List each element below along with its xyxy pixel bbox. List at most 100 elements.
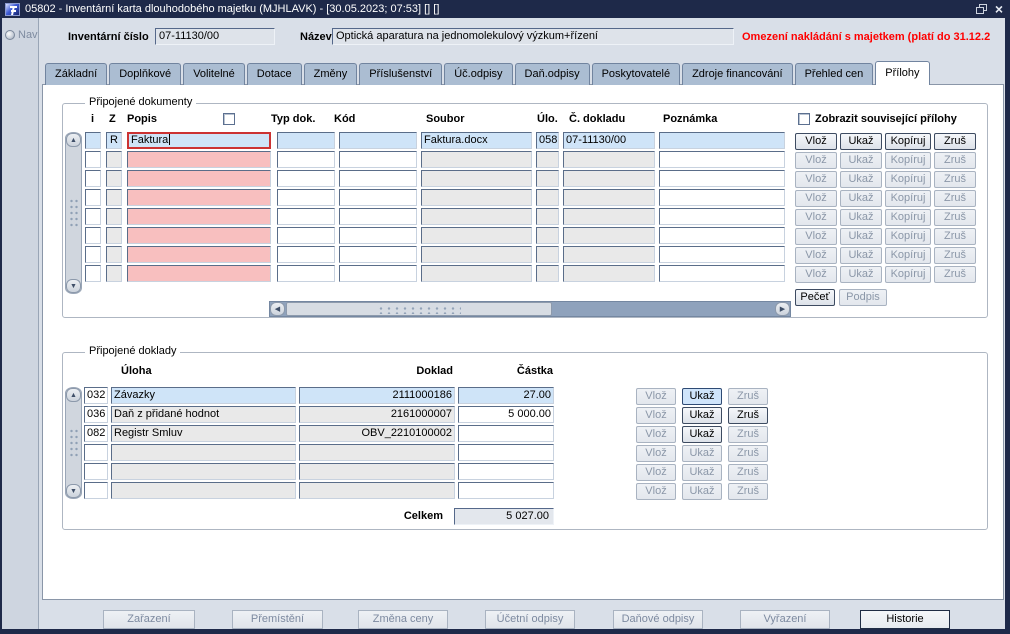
scrollbar-grip[interactable]	[69, 428, 79, 458]
rcpt-cell-name[interactable]	[111, 463, 296, 480]
doc-cell-popis[interactable]	[127, 151, 271, 168]
doc-cell-typ[interactable]	[277, 151, 335, 168]
tab-zdroje-financovani[interactable]: Zdroje financování	[682, 63, 793, 85]
doc-cell-kod[interactable]	[339, 132, 417, 149]
doc-cell-popis[interactable]	[127, 246, 271, 263]
doc-cell-z[interactable]	[106, 208, 122, 225]
doc-cell-typ[interactable]	[277, 208, 335, 225]
inventory-number-field[interactable]: 07-11130/00	[155, 28, 275, 45]
nav-radio[interactable]: Nav	[5, 29, 38, 41]
doc-cell-soubor[interactable]	[421, 151, 532, 168]
tab-zakladni[interactable]: Základní	[45, 63, 108, 85]
pecet-button[interactable]: Pečeť	[795, 289, 835, 306]
rcpt-cell-castka[interactable]	[458, 425, 554, 442]
doc-cell-soubor[interactable]	[421, 189, 532, 206]
doc-cell-i[interactable]	[85, 246, 101, 263]
doc-cell-kod[interactable]	[339, 151, 417, 168]
rcpt-cell-doklad[interactable]	[299, 444, 455, 461]
doc-cell-cdok[interactable]	[563, 189, 655, 206]
doc-cell-z[interactable]	[106, 170, 122, 187]
rcpt-cell-name[interactable]: Daň z přidané hodnot	[111, 406, 296, 423]
tab-dan-odpisy[interactable]: Daň.odpisy	[514, 63, 590, 85]
doc-cell-kod[interactable]	[339, 246, 417, 263]
rcpt-cell-doklad[interactable]: 2111000186	[299, 387, 455, 404]
kopiruj-button[interactable]: Kopíruj	[885, 133, 931, 150]
doc-cell-soubor[interactable]	[421, 170, 532, 187]
scrollbar-grip[interactable]	[69, 198, 79, 228]
doc-cell-i[interactable]	[85, 132, 101, 149]
rcpt-cell-name[interactable]: Závazky	[111, 387, 296, 404]
doc-cell-poznamka[interactable]	[659, 208, 785, 225]
zrus-button[interactable]: Zruš	[728, 407, 768, 424]
show-related-checkbox[interactable]	[798, 113, 810, 125]
restore-window-icon[interactable]	[975, 3, 988, 15]
tab-prislusenstvi[interactable]: Příslušenství	[359, 63, 443, 85]
doc-cell-poznamka[interactable]	[659, 170, 785, 187]
zrus-button[interactable]: Zruš	[934, 133, 976, 150]
rcpt-cell-name[interactable]	[111, 482, 296, 499]
rcpt-cell-code[interactable]: 036	[84, 406, 108, 423]
scrollbar-thumb[interactable]	[286, 302, 552, 316]
doc-cell-ulo[interactable]	[536, 246, 559, 263]
rcpt-cell-doklad[interactable]: 2161000007	[299, 406, 455, 423]
rcpt-cell-doklad[interactable]	[299, 482, 455, 499]
rcpt-cell-code[interactable]	[84, 482, 108, 499]
doc-cell-soubor[interactable]	[421, 227, 532, 244]
doc-cell-typ[interactable]	[277, 246, 335, 263]
tab-volitelne[interactable]: Volitelné	[183, 63, 245, 85]
doc-cell-typ[interactable]	[277, 132, 335, 149]
doc-cell-cdok[interactable]	[563, 170, 655, 187]
doc-cell-kod[interactable]	[339, 189, 417, 206]
tab-prilohy[interactable]: Přílohy	[875, 61, 930, 85]
doc-cell-popis[interactable]	[127, 170, 271, 187]
doc-cell-poznamka[interactable]	[659, 227, 785, 244]
tab-uc-odpisy[interactable]: Úč.odpisy	[444, 63, 513, 85]
doc-cell-soubor[interactable]	[421, 208, 532, 225]
doc-cell-kod[interactable]	[339, 208, 417, 225]
doc-cell-popis[interactable]	[127, 189, 271, 206]
rcpt-cell-castka[interactable]: 5 000.00	[458, 406, 554, 423]
doc-cell-z[interactable]	[106, 265, 122, 282]
doc-cell-soubor[interactable]	[421, 246, 532, 263]
doc-cell-z[interactable]	[106, 227, 122, 244]
doc-cell-kod[interactable]	[339, 265, 417, 282]
rcpt-cell-doklad[interactable]	[299, 463, 455, 480]
doc-cell-i[interactable]	[85, 170, 101, 187]
doc-cell-cdok[interactable]	[563, 208, 655, 225]
scroll-up-icon[interactable]: ▲	[66, 388, 81, 402]
doc-cell-poznamka[interactable]	[659, 189, 785, 206]
doc-cell-i[interactable]	[85, 208, 101, 225]
doc-cell-kod[interactable]	[339, 170, 417, 187]
historie-button[interactable]: Historie	[860, 610, 950, 629]
doc-cell-ulo[interactable]	[536, 227, 559, 244]
tab-poskytovatele[interactable]: Poskytovatelé	[591, 63, 681, 85]
doc-cell-popis[interactable]	[127, 208, 271, 225]
doc-cell-ulo[interactable]	[536, 208, 559, 225]
doc-cell-z[interactable]	[106, 246, 122, 263]
scroll-right-icon[interactable]: ▶	[775, 302, 790, 316]
rcpt-cell-castka[interactable]	[458, 463, 554, 480]
doc-cell-z[interactable]	[106, 189, 122, 206]
doc-cell-ulo[interactable]: 058	[536, 132, 559, 149]
doc-cell-poznamka[interactable]	[659, 265, 785, 282]
name-field[interactable]: Optická aparatura na jednomolekulový výz…	[332, 28, 734, 45]
doc-cell-poznamka[interactable]	[659, 151, 785, 168]
doc-cell-typ[interactable]	[277, 265, 335, 282]
doc-cell-cdok[interactable]	[563, 151, 655, 168]
rcpt-cell-doklad[interactable]: OBV_2210100002	[299, 425, 455, 442]
rcpt-cell-castka[interactable]	[458, 482, 554, 499]
documents-horizontal-scrollbar[interactable]: ◀ ▶	[269, 301, 791, 317]
rcpt-cell-name[interactable]	[111, 444, 296, 461]
rcpt-cell-code[interactable]: 082	[84, 425, 108, 442]
doc-cell-typ[interactable]	[277, 170, 335, 187]
tab-prehled-cen[interactable]: Přehled cen	[794, 63, 874, 85]
rcpt-cell-code[interactable]: 032	[84, 387, 108, 404]
tab-dotace[interactable]: Dotace	[246, 63, 302, 85]
rcpt-cell-castka[interactable]: 27.00	[458, 387, 554, 404]
rcpt-cell-name[interactable]: Registr Smluv	[111, 425, 296, 442]
doc-cell-i[interactable]	[85, 189, 101, 206]
doc-cell-cdok[interactable]	[563, 265, 655, 282]
vloz-button[interactable]: Vlož	[795, 133, 837, 150]
ukaz-button[interactable]: Ukaž	[840, 133, 882, 150]
doc-cell-kod[interactable]	[339, 227, 417, 244]
